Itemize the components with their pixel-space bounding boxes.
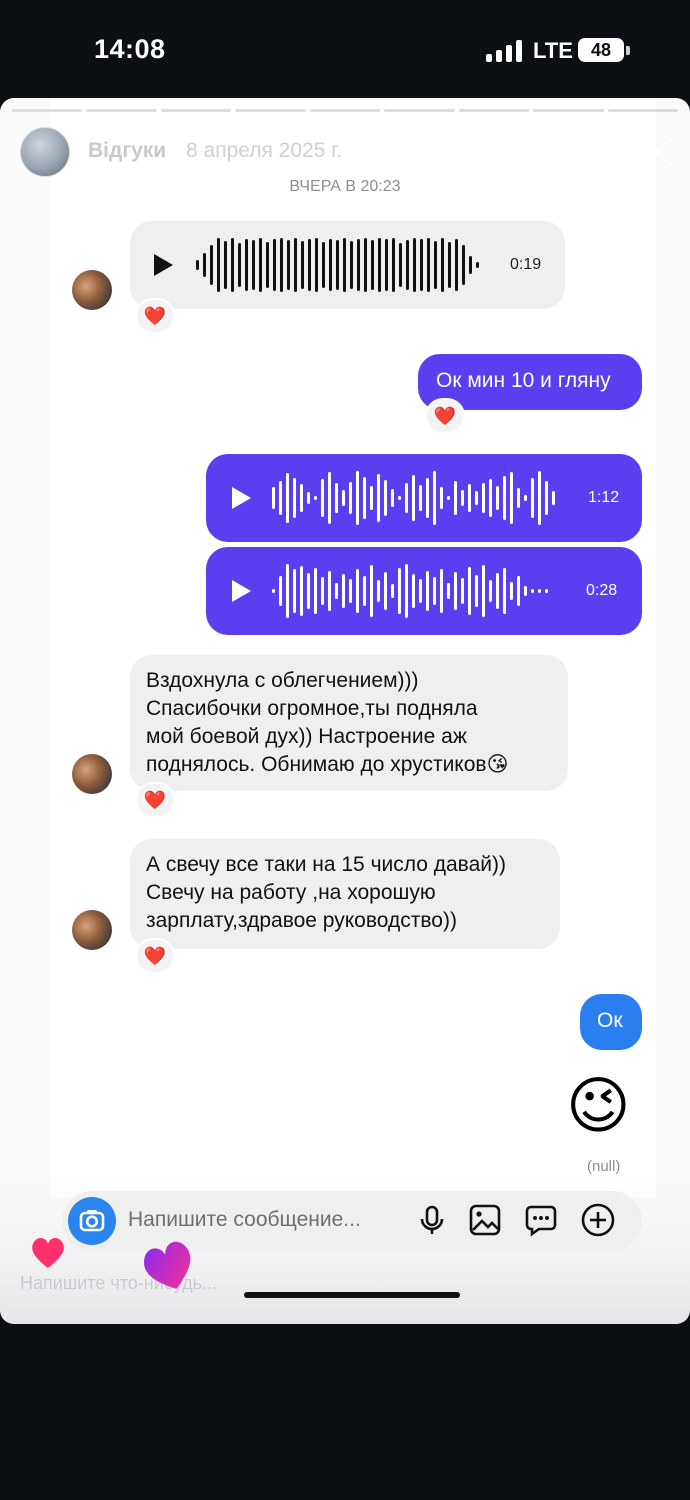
message-line: Свечу на работу ,на хорошую (146, 881, 436, 904)
progress-segment (235, 109, 306, 112)
voice-duration: 0:28 (586, 582, 618, 599)
reaction-heart[interactable]: ❤️ (135, 298, 175, 334)
progress-segment (607, 109, 678, 112)
sender-avatar[interactable] (72, 270, 112, 310)
close-icon[interactable] (638, 132, 678, 172)
camera-button[interactable] (68, 1197, 116, 1245)
gallery-icon[interactable] (467, 1202, 503, 1238)
message-text: А свечу все таки на 15 число давай)) Све… (146, 851, 506, 935)
play-icon[interactable] (232, 487, 251, 509)
status-bar: 14:08 LTE 48 (0, 0, 690, 98)
story-date: 8 апреля 2025 г. (186, 139, 343, 162)
progress-segment (384, 109, 455, 112)
story-progress (12, 109, 678, 112)
sticker-icon[interactable] (523, 1202, 559, 1238)
play-icon[interactable] (154, 254, 173, 276)
message-line: поднялось. Обнимаю до хрустиков😘 (146, 753, 509, 776)
composer-input[interactable]: Напишите сообщение... (128, 1208, 361, 1232)
voice-duration: 0:19 (510, 256, 542, 273)
message-bubble-incoming[interactable]: А свечу все таки на 15 число давай)) Све… (130, 839, 560, 949)
clock: 14:08 (94, 34, 166, 64)
reaction-heart[interactable]: ❤️ (135, 938, 175, 974)
message-text: Ок (597, 1009, 623, 1032)
purple-heart-icon (144, 1241, 191, 1289)
progress-segment (458, 109, 530, 112)
waveform (196, 235, 479, 295)
message-line: Спасибочки огромное,ты подняла (146, 697, 478, 720)
heart-reaction-icon[interactable] (28, 1234, 68, 1270)
progress-segment (12, 109, 83, 112)
battery-tip (626, 46, 630, 55)
reaction-heart[interactable]: ❤️ (135, 782, 175, 818)
progress-segment (160, 109, 232, 112)
voice-message[interactable]: 0:19 (130, 221, 565, 309)
emoji-message[interactable]: 😉 (566, 1072, 631, 1142)
plus-icon[interactable] (580, 1202, 616, 1238)
message-line: Вздохнула с облегчением))) (146, 669, 419, 692)
progress-segment (309, 109, 381, 112)
voice-message-outgoing[interactable]: 1:12 (206, 454, 642, 542)
date-separator: ВЧЕРА В 20:23 (289, 178, 401, 195)
voice-message-outgoing[interactable]: 0:28 (206, 547, 642, 635)
story-avatar[interactable] (20, 127, 70, 177)
home-indicator (244, 1292, 460, 1298)
network-type: LTE (533, 38, 573, 63)
signal-icon (486, 40, 522, 62)
message-bubble-outgoing[interactable]: Ок (580, 994, 642, 1050)
story-username[interactable]: Відгуки (88, 139, 166, 163)
message-line: мой боевой дух)) Настроение аж (146, 725, 467, 748)
play-icon[interactable] (232, 580, 251, 602)
battery-icon: 48 (578, 38, 624, 62)
story-viewer: Відгуки 8 апреля 2025 г. ВЧЕРА В 20:23 0… (0, 98, 690, 1324)
voice-duration: 1:12 (588, 489, 620, 506)
waveform (272, 561, 548, 621)
message-text: Вздохнула с облегчением))) Спасибочки ог… (146, 667, 508, 779)
message-line: А свечу все таки на 15 число давай)) (146, 853, 506, 876)
waveform (272, 468, 555, 528)
microphone-icon[interactable] (414, 1202, 450, 1238)
sender-avatar[interactable] (72, 910, 112, 950)
sender-avatar[interactable] (72, 754, 112, 794)
message-bubble-incoming[interactable]: Вздохнула с облегчением))) Спасибочки ог… (130, 655, 568, 791)
progress-segment (86, 109, 157, 112)
message-line: зарплату,здравое руководство)) (146, 909, 457, 932)
progress-segment (533, 109, 604, 112)
message-text: Ок мин 10 и гляну (436, 369, 611, 392)
reaction-heart[interactable]: ❤️ (425, 398, 465, 434)
camera-icon (79, 1210, 105, 1232)
